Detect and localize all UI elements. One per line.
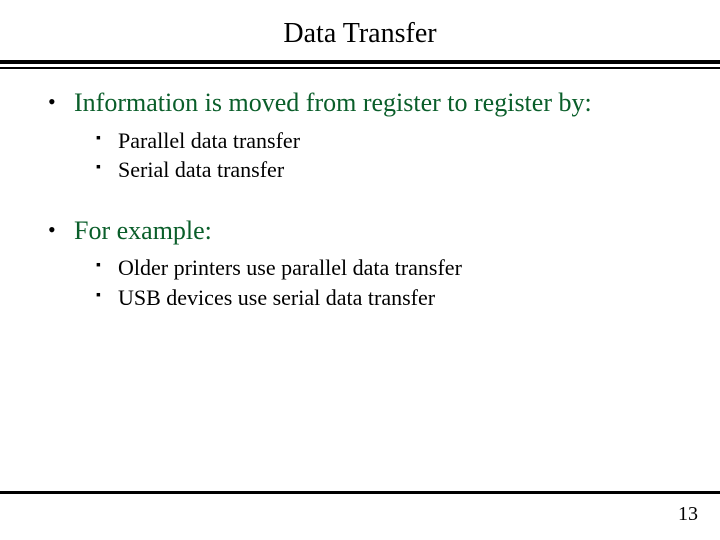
title-rule-thick [0,60,720,64]
sub-bullet-item: ▪ USB devices use serial data transfer [96,283,680,313]
sub-bullet-item: ▪ Parallel data transfer [96,126,680,156]
square-bullet-icon: ▪ [96,126,118,151]
sub-bullet-text: Older printers use parallel data transfe… [118,253,680,283]
sub-list: ▪ Older printers use parallel data trans… [96,253,680,312]
bullet-text: For example: [74,215,680,248]
square-bullet-icon: ▪ [96,283,118,308]
sub-list: ▪ Parallel data transfer ▪ Serial data t… [96,126,680,185]
bullet-marker-icon: • [48,215,74,245]
slide-title: Data Transfer [0,18,720,50]
sub-bullet-text: USB devices use serial data transfer [118,283,680,313]
page-number: 13 [678,503,698,526]
sub-bullet-item: ▪ Older printers use parallel data trans… [96,253,680,283]
bottom-rule [0,491,720,494]
bullet-text: Information is moved from register to re… [74,87,680,120]
bullet-item: • Information is moved from register to … [48,87,680,120]
square-bullet-icon: ▪ [96,155,118,180]
sub-bullet-text: Parallel data transfer [118,126,680,156]
bullet-item: • For example: [48,215,680,248]
square-bullet-icon: ▪ [96,253,118,278]
content-area: • Information is moved from register to … [0,69,720,313]
sub-bullet-text: Serial data transfer [118,155,680,185]
slide: Data Transfer • Information is moved fro… [0,0,720,540]
bullet-marker-icon: • [48,87,74,117]
sub-bullet-item: ▪ Serial data transfer [96,155,680,185]
